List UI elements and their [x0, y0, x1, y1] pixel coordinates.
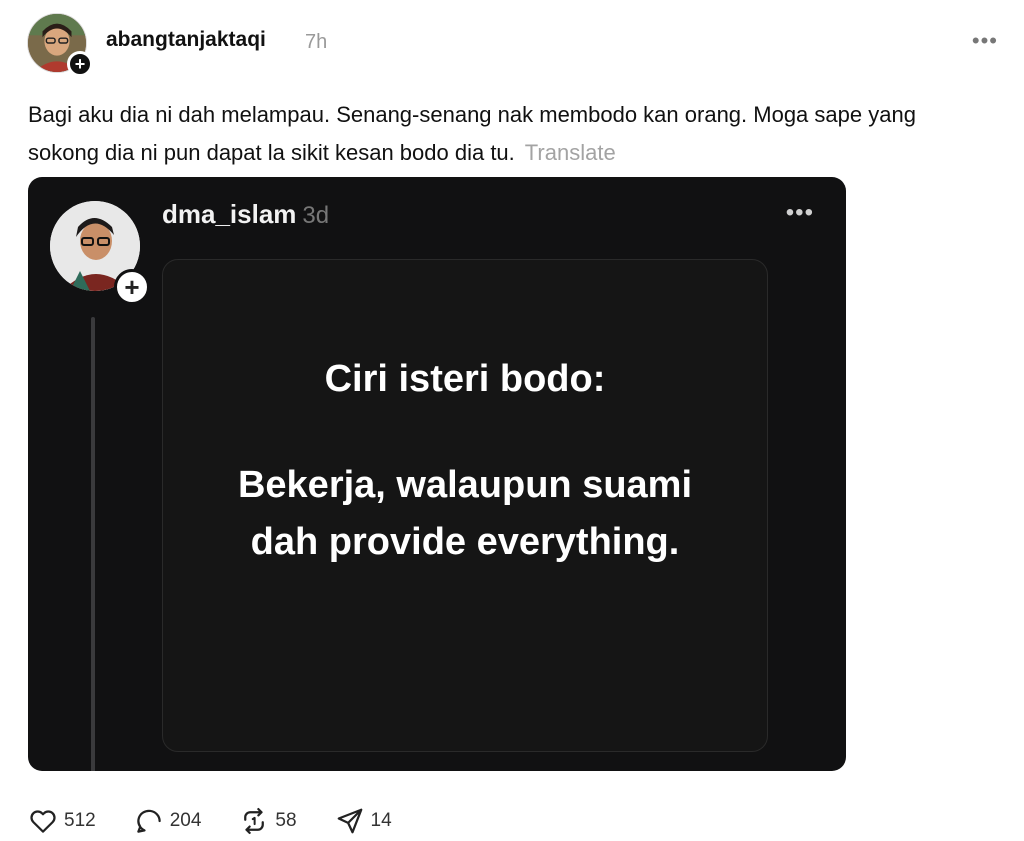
reply-count: 204: [169, 810, 202, 831]
thread-line: [91, 317, 95, 771]
action-bar: 512 204 58 14: [28, 805, 430, 837]
thread-post: + abangtanjaktaqi 7h ••• Bagi aku dia ni…: [0, 0, 1024, 841]
repost-count: 58: [275, 810, 297, 831]
like-button[interactable]: 512: [28, 806, 96, 836]
embedded-timestamp: 3d: [302, 202, 330, 229]
more-options-icon[interactable]: •••: [972, 28, 998, 54]
like-count: 512: [64, 810, 96, 831]
send-icon: [337, 808, 362, 834]
embedded-avatar-wrap: +: [50, 201, 150, 305]
embedded-follow-plus-icon: +: [114, 269, 150, 305]
share-button[interactable]: 14: [335, 806, 392, 836]
author-avatar-wrap[interactable]: +: [27, 13, 93, 77]
embedded-more-icon: •••: [785, 199, 814, 226]
repost-button[interactable]: 58: [239, 806, 297, 836]
reply-button[interactable]: 204: [134, 806, 202, 836]
share-count: 14: [370, 810, 392, 831]
embedded-username-text: dma_islam: [162, 199, 297, 229]
quote-title: Ciri isteri bodo:: [324, 358, 606, 400]
follow-plus-icon[interactable]: +: [67, 51, 93, 77]
author-username[interactable]: abangtanjaktaqi: [106, 28, 266, 52]
embedded-username: dma_islam 3d: [162, 199, 329, 230]
embedded-quote-card: Ciri isteri bodo: Bekerja, walaupun suam…: [162, 259, 768, 752]
caption-text: Bagi aku dia ni dah melampau. Senang-sen…: [28, 102, 916, 165]
post-timestamp: 7h: [305, 31, 328, 53]
quote-body: Bekerja, walaupun suami dah provide ever…: [237, 464, 693, 563]
translate-link[interactable]: Translate: [525, 140, 616, 165]
repost-icon: [244, 808, 265, 834]
embedded-screenshot[interactable]: + dma_islam 3d ••• Ciri isteri bodo: Beke…: [28, 177, 846, 771]
comment-icon: [136, 809, 161, 833]
post-caption: Bagi aku dia ni dah melampau. Senang-sen…: [28, 96, 988, 172]
heart-icon: [30, 810, 56, 833]
